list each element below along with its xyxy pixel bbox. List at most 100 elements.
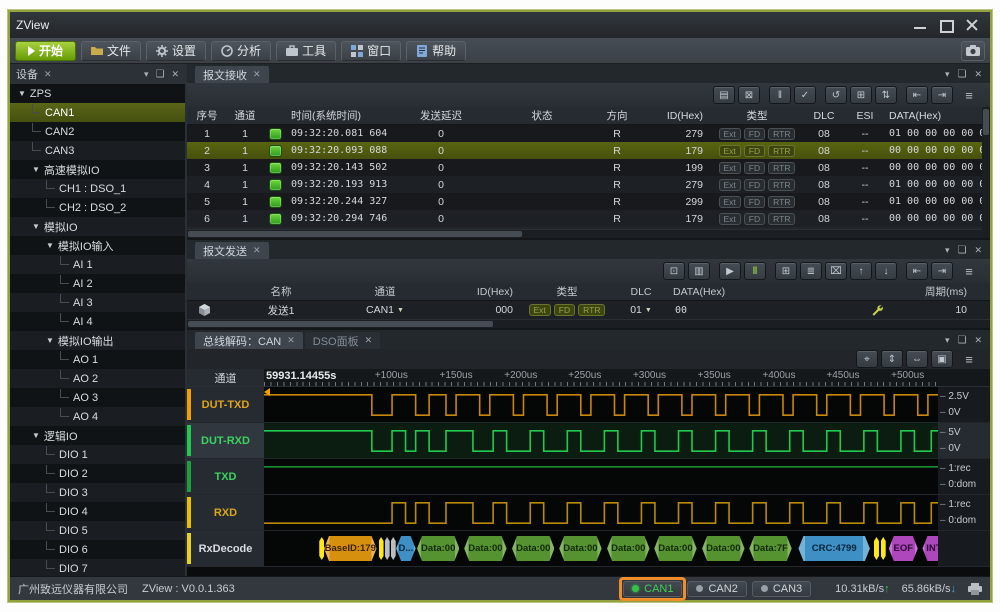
- channel-label-DUT-TXD[interactable]: DUT-TXD: [187, 387, 264, 422]
- tree-item-逻辑IO[interactable]: ▼逻辑IO: [10, 426, 185, 445]
- expand-arrow-icon[interactable]: ▼: [32, 431, 40, 440]
- receive-row-3[interactable]: 3109:32:20.143 5020R199ExtFDRTR08--00 00…: [187, 159, 982, 176]
- columns-icon[interactable]: ▥: [688, 262, 710, 280]
- close-icon[interactable]: ✕: [974, 335, 982, 346]
- column-header-方向[interactable]: 方向: [595, 107, 639, 124]
- close-icon[interactable]: ✕: [974, 245, 982, 256]
- tree-item-CAN1[interactable]: CAN1: [10, 103, 185, 122]
- close-icon[interactable]: ✕: [974, 69, 982, 80]
- send-column-header-通道[interactable]: 通道: [341, 283, 429, 300]
- float-icon[interactable]: ❏: [957, 69, 966, 80]
- clear-icon[interactable]: ⊠: [738, 86, 760, 104]
- tree-item-AO2[interactable]: AO 2: [10, 369, 185, 388]
- receive-row-1[interactable]: 1109:32:20.081 6040R279ExtFDRTR08--01 00…: [187, 125, 982, 142]
- tree-item-DIO2[interactable]: DIO 2: [10, 464, 185, 483]
- tab-devices[interactable]: 设备 ✕: [16, 66, 52, 82]
- column-header-类型[interactable]: 类型: [711, 107, 803, 124]
- send-column-header-icon[interactable]: [859, 283, 895, 300]
- column-header-icon[interactable]: [263, 107, 287, 124]
- expand-arrow-icon[interactable]: ▼: [46, 336, 54, 345]
- tree-item-DIO5[interactable]: DIO 5: [10, 521, 185, 540]
- export-icon[interactable]: ⇤: [906, 262, 928, 280]
- send-column-header-DLC[interactable]: DLC: [613, 283, 669, 300]
- add-list-icon[interactable]: ≣: [800, 262, 822, 280]
- tree-item-ZPS[interactable]: ▼ZPS: [10, 84, 185, 103]
- tree-item-AO4[interactable]: AO 4: [10, 407, 185, 426]
- column-header-ESI[interactable]: ESI: [845, 107, 885, 124]
- tree-item-CAN2[interactable]: CAN2: [10, 122, 185, 141]
- dropdown-icon[interactable]: ▾: [945, 245, 950, 256]
- receive-row-5[interactable]: 5109:32:20.244 3270R299ExtFDRTR08--01 00…: [187, 193, 982, 210]
- wrench-icon[interactable]: [871, 304, 883, 316]
- waveform-RxDecode[interactable]: BaseID:179D...Data:00Data:00Data:00Data:…: [264, 531, 938, 566]
- tree-item-AI1[interactable]: AI 1: [10, 255, 185, 274]
- close-icon[interactable]: ✕: [44, 69, 52, 80]
- tree-item-AI2[interactable]: AI 2: [10, 274, 185, 293]
- cell-config[interactable]: [859, 301, 895, 319]
- tree-item-模拟IO[interactable]: ▼模拟IO: [10, 217, 185, 236]
- dropdown-icon[interactable]: ▾: [945, 69, 950, 80]
- column-header-序号[interactable]: 序号: [187, 107, 227, 124]
- receive-row-2[interactable]: 2109:32:20.093 0880R179ExtFDRTR08--00 00…: [187, 142, 982, 159]
- close-icon[interactable]: ✕: [253, 245, 261, 256]
- start-button[interactable]: 开始: [15, 41, 76, 61]
- toolbar-button-文件[interactable]: 文件: [81, 41, 141, 61]
- dropdown-icon[interactable]: ▾: [144, 69, 149, 80]
- receive-vscrollbar[interactable]: [982, 107, 990, 238]
- status-channel-CAN3[interactable]: CAN3: [752, 581, 811, 597]
- id-format-icon[interactable]: ⊞: [850, 86, 872, 104]
- scroll-icon[interactable]: ⇅: [875, 86, 897, 104]
- add-frame-icon[interactable]: ⊞: [775, 262, 797, 280]
- toolbar-button-窗口[interactable]: 窗口: [341, 41, 401, 61]
- float-icon[interactable]: ❏: [957, 335, 966, 346]
- tree-item-模拟IO输出[interactable]: ▼模拟IO输出: [10, 331, 185, 350]
- float-icon[interactable]: ❏: [155, 69, 164, 80]
- expand-arrow-icon[interactable]: ▼: [18, 89, 26, 98]
- send-column-header-DATA(Hex)[interactable]: DATA(Hex): [669, 283, 859, 300]
- status-channel-CAN2[interactable]: CAN2: [687, 581, 746, 597]
- move-up-icon[interactable]: ↑: [850, 262, 872, 280]
- tree-item-CH1DSO_1[interactable]: CH1 : DSO_1: [10, 179, 185, 198]
- send-table-row[interactable]: 发送1CAN1▼000ExtFDRTR01▼0010100: [187, 301, 990, 319]
- waveform-DUT-RXD[interactable]: [264, 423, 938, 458]
- pause-icon[interactable]: ‖: [744, 262, 766, 280]
- toolbar-button-设置[interactable]: 设置: [146, 41, 206, 61]
- channel-label-RXD[interactable]: RXD: [187, 495, 264, 530]
- waveform-RXD[interactable]: [264, 495, 938, 530]
- close-icon[interactable]: ✕: [171, 69, 179, 80]
- menu-icon[interactable]: ≡: [956, 86, 982, 104]
- export-icon[interactable]: ⇤: [906, 86, 928, 104]
- minimize-icon[interactable]: [914, 19, 926, 31]
- send-column-header-ID(Hex)[interactable]: ID(Hex): [429, 283, 521, 300]
- column-header-通道[interactable]: 通道: [227, 107, 263, 124]
- send-column-header-周期(ms)[interactable]: 周期(ms): [895, 283, 975, 300]
- tab-dso-panel[interactable]: DSO面板✕: [305, 332, 380, 349]
- tab-bus-decode[interactable]: 总线解码：CAN✕: [195, 332, 303, 349]
- fit-horizontal-icon[interactable]: ⇔: [906, 350, 928, 368]
- column-header-发送延迟[interactable]: 发送延迟: [393, 107, 489, 124]
- tree-item-模拟IO输入[interactable]: ▼模拟IO输入: [10, 236, 185, 255]
- column-header-ID(Hex)[interactable]: ID(Hex): [639, 107, 711, 124]
- pause-display-icon[interactable]: ‖: [769, 86, 791, 104]
- column-header-状态[interactable]: 状态: [489, 107, 595, 124]
- send-column-header-icon[interactable]: [187, 283, 221, 300]
- timeline-ruler[interactable]: 59931.14455s +100us+150us+200us+250us+30…: [264, 369, 938, 387]
- column-header-DLC[interactable]: DLC: [803, 107, 845, 124]
- tree-item-DIO6[interactable]: DIO 6: [10, 540, 185, 559]
- overview-icon[interactable]: ▣: [931, 350, 953, 368]
- play-icon[interactable]: ▶: [719, 262, 741, 280]
- expand-arrow-icon[interactable]: ▼: [46, 241, 54, 250]
- fit-vertical-icon[interactable]: ⇕: [881, 350, 903, 368]
- channel-label-TXD[interactable]: TXD: [187, 459, 264, 494]
- expand-arrow-icon[interactable]: ▼: [32, 165, 40, 174]
- channel-label-RxDecode[interactable]: RxDecode: [187, 531, 264, 566]
- toolbar-button-分析[interactable]: 分析: [211, 41, 271, 61]
- maximize-icon[interactable]: [940, 19, 952, 31]
- cell-dlc[interactable]: 01▼: [613, 301, 669, 319]
- chevron-down-icon[interactable]: ▼: [397, 307, 404, 314]
- receive-hscrollbar[interactable]: [187, 229, 982, 238]
- chevron-down-icon[interactable]: ▼: [645, 307, 652, 314]
- close-icon[interactable]: ✕: [253, 69, 261, 80]
- timestamp-icon[interactable]: ↺: [825, 86, 847, 104]
- record-icon[interactable]: ▤: [713, 86, 735, 104]
